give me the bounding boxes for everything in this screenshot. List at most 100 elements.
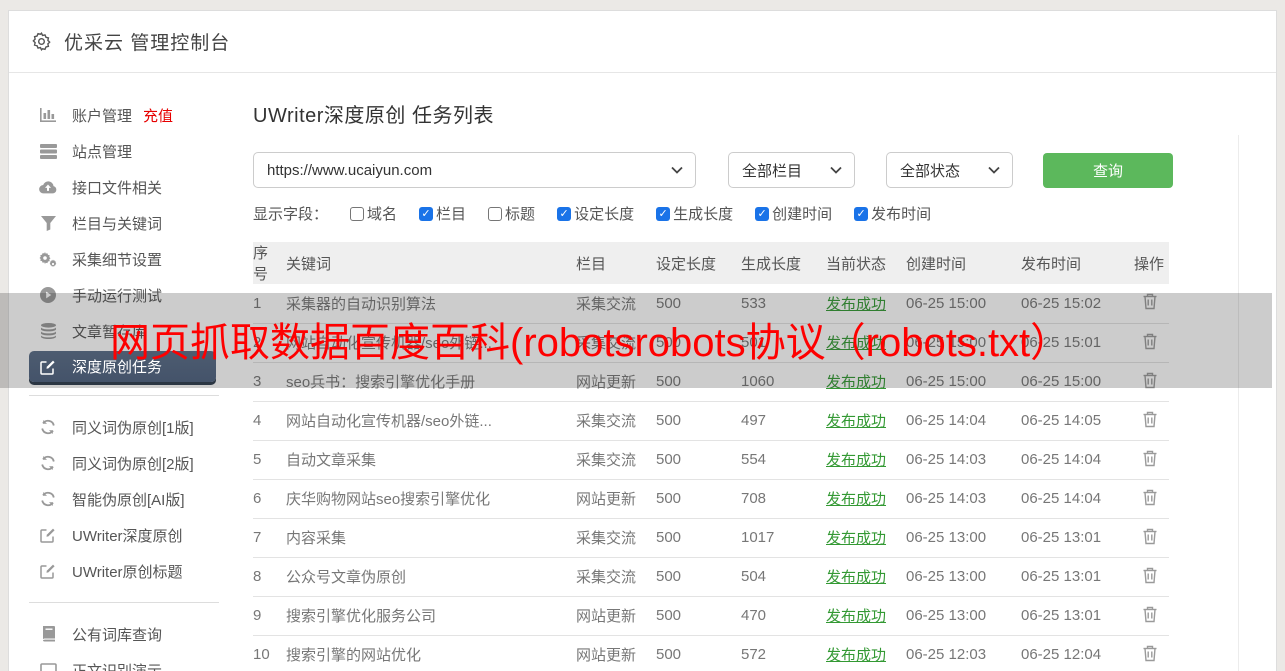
app-title: 优采云 管理控制台 <box>64 33 231 54</box>
cell-no: 3 <box>253 362 286 402</box>
sidebar-item-sites[interactable]: 站点管理 <box>9 133 219 169</box>
cell-status: 发布成功 <box>826 557 906 597</box>
filter-bar: https://www.ucaiyun.com 全部栏目 全部状态 查询 <box>253 152 1276 188</box>
edit-icon <box>39 359 57 375</box>
sidebar-item-article-store[interactable]: 文章暂存库 <box>9 313 219 349</box>
sidebar-item-label: 手动运行测试 <box>72 287 163 305</box>
sidebar-item-deep-original-tasks[interactable]: 深度原创任务 <box>29 351 216 382</box>
status-link[interactable]: 发布成功 <box>826 335 886 352</box>
checkbox-unchecked[interactable] <box>350 206 365 221</box>
table-row: 1 采集器的自动识别算法 采集交流 500 533 发布成功 06-25 15:… <box>253 284 1169 324</box>
status-select[interactable]: 全部状态 <box>886 152 1013 188</box>
cell-published: 06-25 14:04 <box>1021 440 1134 480</box>
header-published: 发布时间 <box>1021 242 1134 284</box>
field-checkbox-gen-length[interactable]: ✓ 生成长度 <box>656 203 733 224</box>
cell-created: 06-25 14:03 <box>906 479 1021 519</box>
checkbox-unchecked[interactable] <box>488 206 503 221</box>
sidebar-item-synonym-v2[interactable]: 同义词伪原创[2版] <box>9 445 219 481</box>
cell-set-length: 500 <box>656 284 741 324</box>
delete-button[interactable] <box>1140 604 1160 628</box>
delete-button[interactable] <box>1140 291 1160 315</box>
sidebar-item-collect-settings[interactable]: 采集细节设置 <box>9 241 219 277</box>
column-select[interactable]: 全部栏目 <box>728 152 855 188</box>
trash-icon <box>1143 411 1156 427</box>
header-keyword: 关键词 <box>286 242 576 284</box>
header-set-length: 设定长度 <box>656 242 741 284</box>
status-link[interactable]: 发布成功 <box>826 374 886 391</box>
cell-created: 06-25 13:00 <box>906 557 1021 597</box>
cell-status: 发布成功 <box>826 323 906 363</box>
cell-keyword: 庆华购物网站seo搜索引擎优化 <box>286 479 576 519</box>
cell-actions <box>1134 440 1169 480</box>
checkbox-checked[interactable]: ✓ <box>755 206 770 221</box>
delete-button[interactable] <box>1140 487 1160 511</box>
status-link[interactable]: 发布成功 <box>826 530 886 547</box>
sidebar-item-synonym-v1[interactable]: 同义词伪原创[1版] <box>9 409 219 445</box>
sidebar-item-content-recognition[interactable]: 正文识别演示 <box>9 652 219 671</box>
field-checkbox-domain[interactable]: 域名 <box>350 203 397 224</box>
status-link[interactable]: 发布成功 <box>826 491 886 508</box>
delete-button[interactable] <box>1140 409 1160 433</box>
cell-column: 网站更新 <box>576 362 656 402</box>
cell-gen-length: 504 <box>741 557 826 597</box>
trash-icon <box>1143 450 1156 466</box>
table-row: 8 公众号文章伪原创 采集交流 500 504 发布成功 06-25 13:00… <box>253 557 1169 597</box>
cell-keyword: 网站自动化宣传机器/seo外链... <box>286 401 576 441</box>
checkbox-checked[interactable]: ✓ <box>854 206 869 221</box>
status-link[interactable]: 发布成功 <box>826 452 886 469</box>
cell-gen-length: 1060 <box>741 362 826 402</box>
status-link[interactable]: 发布成功 <box>826 413 886 430</box>
query-button[interactable]: 查询 <box>1043 152 1173 188</box>
sidebar-item-public-thesaurus[interactable]: 公有词库查询 <box>9 616 219 652</box>
trash-icon <box>1143 333 1156 349</box>
status-link[interactable]: 发布成功 <box>826 647 886 664</box>
status-link[interactable]: 发布成功 <box>826 608 886 625</box>
cell-column: 采集交流 <box>576 440 656 480</box>
delete-button[interactable] <box>1140 448 1160 472</box>
header-actions: 操作 <box>1134 242 1169 284</box>
sidebar-item-uwriter-title[interactable]: UWriter原创标题 <box>9 553 219 589</box>
field-checkbox-title[interactable]: 标题 <box>488 203 535 224</box>
cell-published: 06-25 14:04 <box>1021 479 1134 519</box>
cloud-upload-icon <box>39 180 57 194</box>
checkbox-checked[interactable]: ✓ <box>656 206 671 221</box>
cell-actions <box>1134 401 1169 441</box>
trash-icon <box>1143 606 1156 622</box>
checkbox-checked[interactable]: ✓ <box>557 206 572 221</box>
cell-no: 9 <box>253 596 286 636</box>
sidebar-item-interface-files[interactable]: 接口文件相关 <box>9 169 219 205</box>
delete-button[interactable] <box>1140 565 1160 589</box>
field-checkbox-column[interactable]: ✓ 栏目 <box>419 203 466 224</box>
sidebar-item-uwriter-deep[interactable]: UWriter深度原创 <box>9 517 219 553</box>
site-select[interactable]: https://www.ucaiyun.com <box>253 152 696 188</box>
header-column: 栏目 <box>576 242 656 284</box>
sidebar-item-account[interactable]: 账户管理 充值 <box>9 97 219 133</box>
delete-button[interactable] <box>1140 643 1160 667</box>
delete-button[interactable] <box>1140 526 1160 550</box>
cell-keyword: 搜索引擎优化服务公司 <box>286 596 576 636</box>
chevron-down-icon <box>671 166 683 174</box>
cell-created: 06-25 14:04 <box>906 401 1021 441</box>
status-link[interactable]: 发布成功 <box>826 296 886 313</box>
cell-actions <box>1134 323 1169 363</box>
checkbox-checked[interactable]: ✓ <box>419 206 434 221</box>
table-row: 5 自动文章采集 采集交流 500 554 发布成功 06-25 14:03 0… <box>253 440 1169 480</box>
sidebar-item-manual-run[interactable]: 手动运行测试 <box>9 277 219 313</box>
cell-actions <box>1134 362 1169 402</box>
sidebar-item-label: 栏目与关键词 <box>72 215 163 233</box>
delete-button[interactable] <box>1140 370 1160 394</box>
table-row: 9 搜索引擎优化服务公司 网站更新 500 470 发布成功 06-25 13:… <box>253 596 1169 636</box>
sidebar-item-columns-keywords[interactable]: 栏目与关键词 <box>9 205 219 241</box>
field-checkbox-published[interactable]: ✓ 发布时间 <box>854 203 931 224</box>
sidebar-item-ai-rewrite[interactable]: 智能伪原创[AI版] <box>9 481 219 517</box>
recharge-badge[interactable]: 充值 <box>143 105 173 126</box>
status-link[interactable]: 发布成功 <box>826 569 886 586</box>
cell-keyword: 网站自动化宣传机器/seo外链... <box>286 323 576 363</box>
cell-published: 06-25 15:00 <box>1021 362 1134 402</box>
sidebar-item-label: UWriter深度原创 <box>72 527 183 545</box>
field-checkbox-set-length[interactable]: ✓ 设定长度 <box>557 203 634 224</box>
field-checkbox-created[interactable]: ✓ 创建时间 <box>755 203 832 224</box>
delete-button[interactable] <box>1140 331 1160 355</box>
cell-no: 4 <box>253 401 286 441</box>
cell-created: 06-25 14:03 <box>906 440 1021 480</box>
